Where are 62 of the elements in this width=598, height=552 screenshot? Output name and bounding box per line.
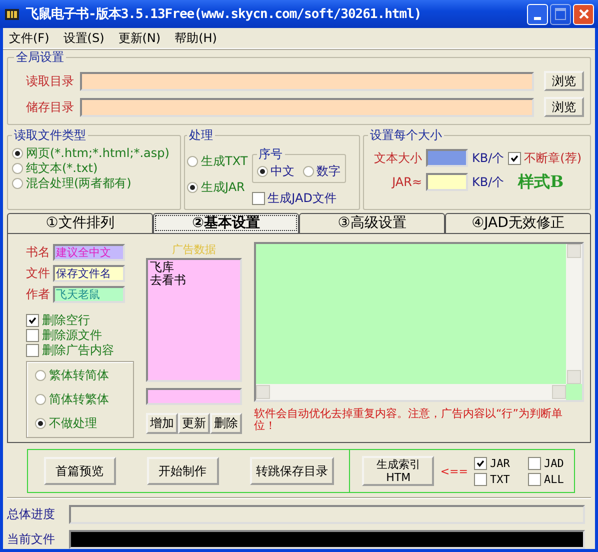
list-title: 广告数据 [171,242,217,258]
option-label: 删除空行 [42,312,90,329]
ad-list[interactable]: 飞库 去看书 [146,258,242,382]
group-title: 设置每个大小 [370,128,442,142]
field-label: 文本大小 [373,150,422,166]
option-label: 删除广告内容 [42,342,114,359]
browse-button[interactable]: 浏览 [544,97,584,117]
group-title: 读取文件类型 [14,128,86,142]
index-button[interactable]: 生成索引 HTM [362,456,434,486]
list-button[interactable]: 增加 [146,413,178,434]
browse-button[interactable]: 浏览 [544,71,584,91]
option-label: 不做处理 [49,415,97,432]
field-label: 文件 [26,265,50,282]
text-field[interactable]: 保存文件名 [53,265,125,282]
action-button[interactable]: 开始制作 [146,457,219,485]
option-label: ALL [544,472,564,486]
tab[interactable]: ④JAD无效修正 [445,213,591,233]
notice-text: 软件会自动优化去掉重复内容。注意，广告内容以“行”为判断单位！ [254,408,564,432]
unit-label: KB/个 [472,174,504,190]
group-title: 全局设置 [16,50,64,64]
style-label: 样式B [518,172,564,192]
list-button[interactable]: 删除 [210,413,242,434]
field-label: 书名 [26,244,50,261]
option-label: JAR [490,456,510,470]
option-label: 生成JAD文件 [268,190,336,207]
group-title: 处理 [189,128,213,142]
tab[interactable]: ①文件排列 [7,213,153,233]
unit-label: KB/个 [472,150,504,166]
option-label: 纯文本(*.txt) [26,160,98,177]
action-button[interactable]: 转跳保存目录 [250,457,334,485]
menu-item[interactable]: 帮助(H) [174,30,217,46]
option-label: JAD [544,456,564,470]
option-label: 网页(*.htm;*.html;*.asp) [26,145,170,162]
option-label: TXT [490,472,510,486]
option-label: 不断章(荐) [524,150,582,166]
option-label: 生成TXT [201,152,248,170]
progress-label: 当前文件 [7,531,56,548]
menu-item[interactable]: 更新(N) [118,30,161,46]
list-button[interactable]: 更新 [178,413,210,434]
field-label: 读取目录 [25,72,74,90]
list-item[interactable]: 飞库 [150,261,238,274]
field-label: 作者 [26,286,50,303]
field-label: JAR≈ [390,175,422,189]
tab[interactable]: ③高级设置 [299,213,445,233]
tab[interactable]: ②基本设置 [153,213,299,233]
arrow-label: <== [440,464,468,478]
group-title: 序号 [258,147,283,161]
action-button[interactable]: 首篇预览 [44,457,116,485]
option-label: 中文 [270,163,295,180]
option-label: 简体转繁体 [49,391,109,408]
field-label: 储存目录 [25,98,74,116]
option-label: 混合处理(两者都有) [26,175,132,192]
option-label: 删除源文件 [42,327,102,344]
text-field[interactable]: 飞天老鼠 [53,286,125,303]
option-label: 数字 [316,163,341,180]
window-title: 飞鼠电子书-版本3.5.13Free(www.skycn.com/soft/30261.html) [26,6,422,23]
menu-item[interactable]: 文件(F) [9,30,50,46]
option-label: 生成JAR [201,178,245,196]
list-item[interactable]: 去看书 [150,274,238,287]
progress-label: 总体进度 [7,506,56,523]
option-label: 繁体转简体 [49,367,109,384]
menu-item[interactable]: 设置(S) [63,30,104,46]
